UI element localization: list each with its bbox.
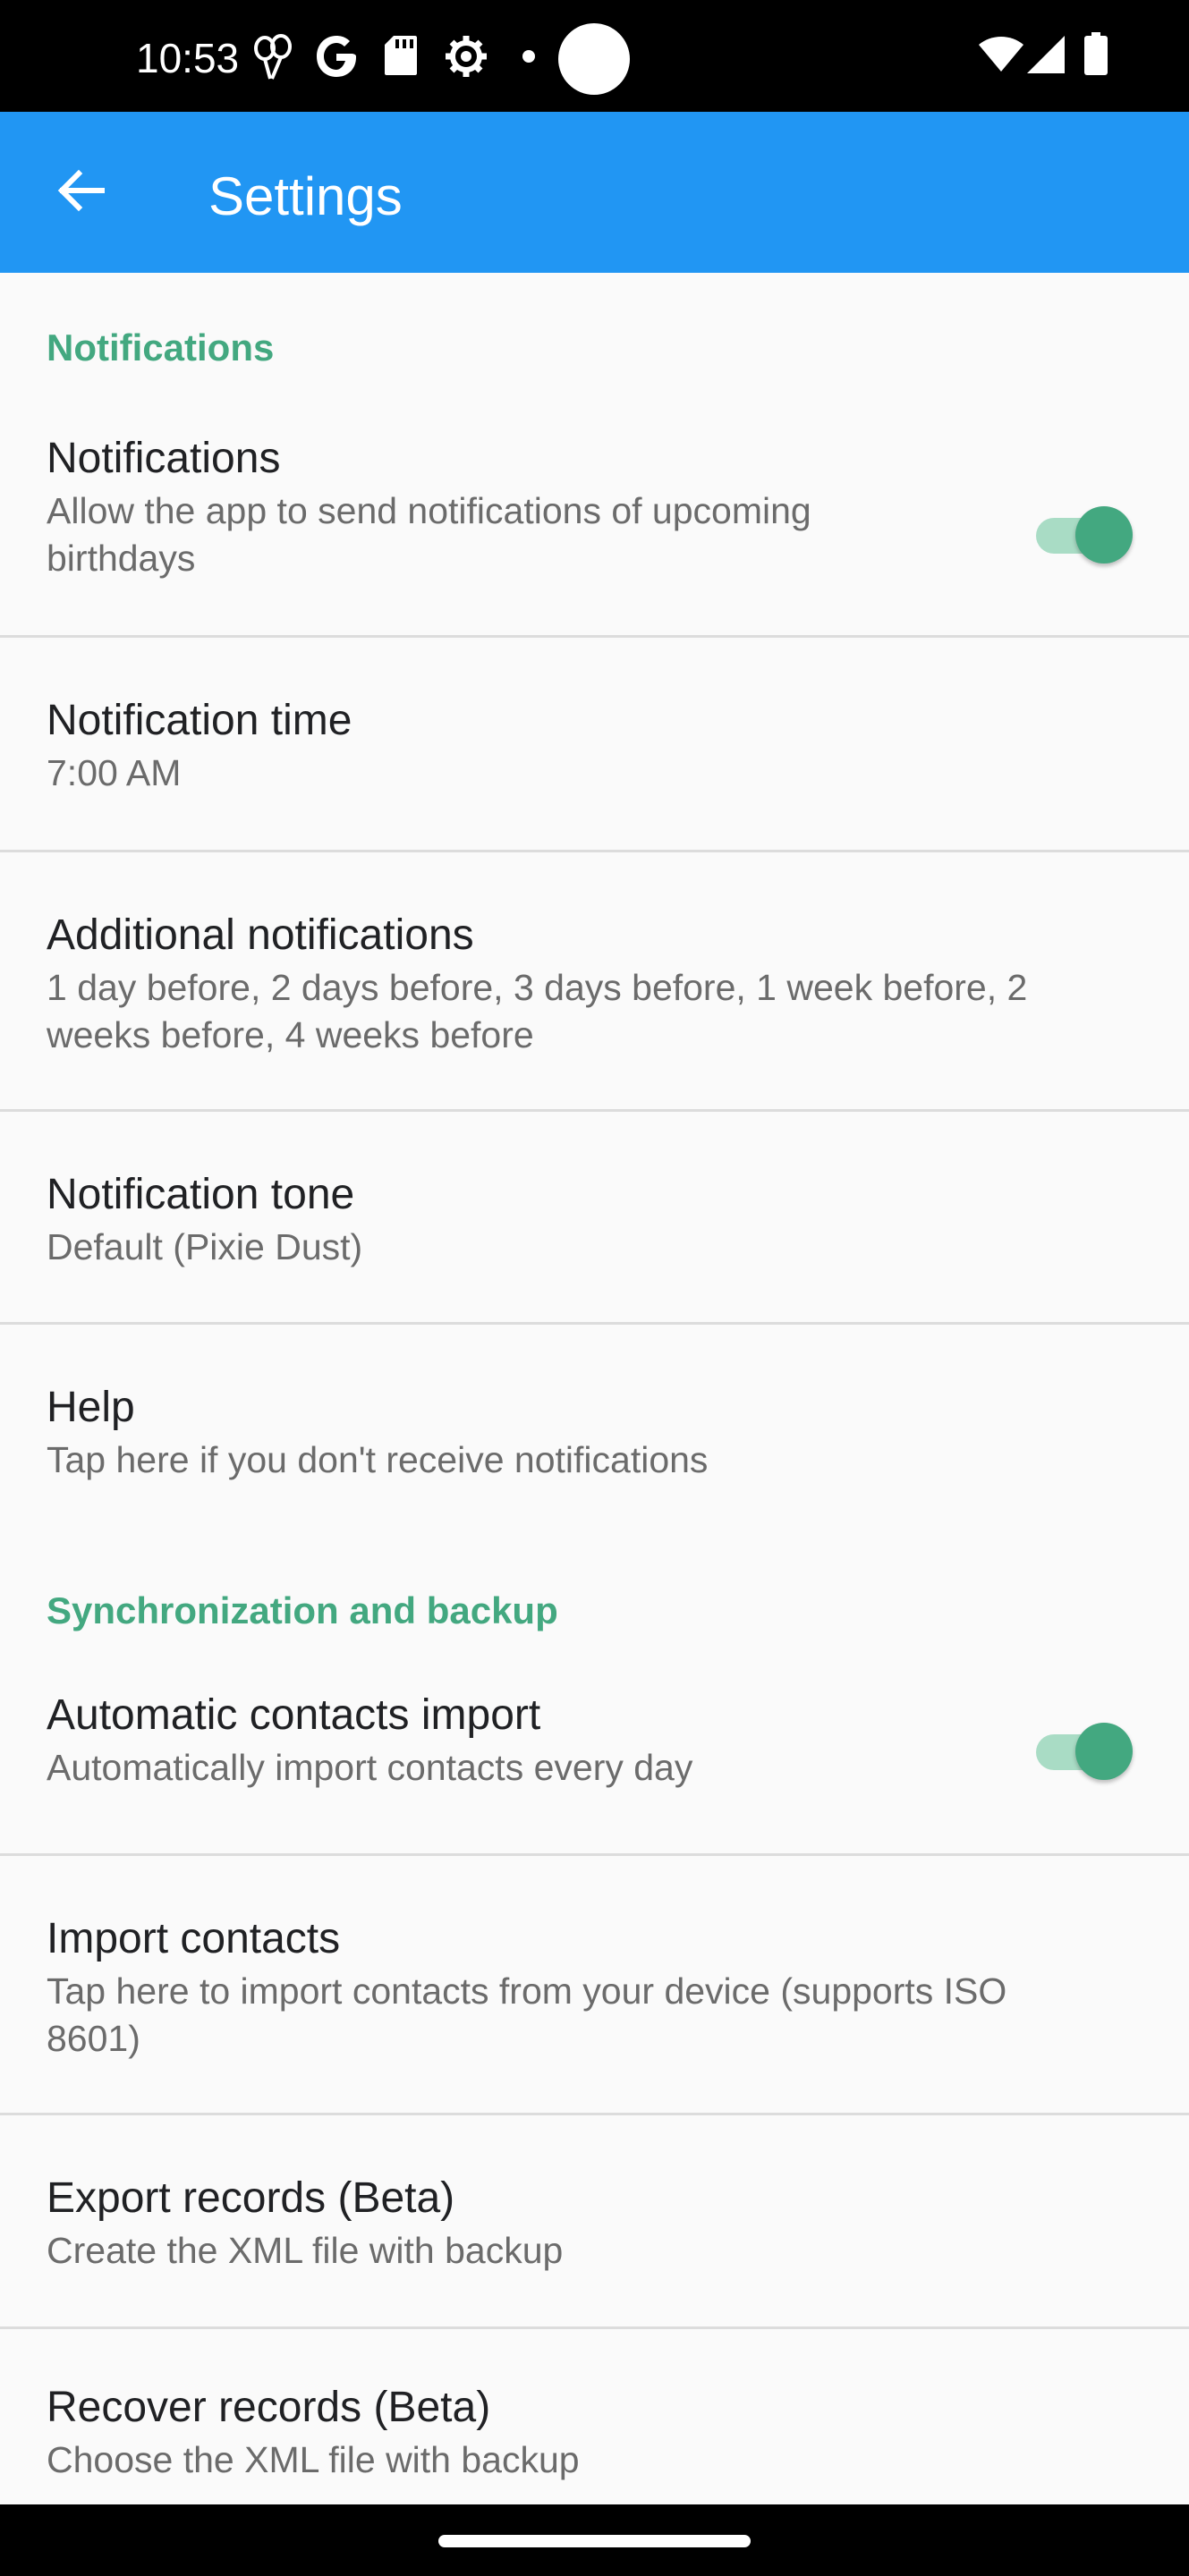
- pref-title: Additional notifications: [47, 911, 474, 959]
- signal-icon: [1027, 36, 1065, 78]
- section-header-sync-backup: Synchronization and backup: [47, 1589, 558, 1631]
- sd-card-icon: [383, 34, 419, 81]
- pref-title: Export records (Beta): [47, 2174, 455, 2222]
- pref-title: Import contacts: [47, 1915, 341, 1962]
- pref-export-records[interactable]: Export records (Beta) Create the XML fil…: [0, 2115, 1189, 2326]
- pref-summary: Create the XML file with backup: [47, 2230, 564, 2271]
- pref-summary: Choose the XML file with backup: [47, 2439, 580, 2480]
- arrow-back-icon: [55, 169, 106, 216]
- pref-title: Recover records (Beta): [47, 2384, 491, 2431]
- switch-thumb: [1075, 1723, 1133, 1780]
- page-title: Settings: [208, 166, 403, 226]
- pref-recover-records[interactable]: Recover records (Beta) Choose the XML fi…: [0, 2329, 1189, 2504]
- auto-import-switch[interactable]: [1036, 1720, 1134, 1783]
- pref-title: Notification time: [47, 697, 352, 744]
- pref-summary: 7:00 AM: [47, 752, 182, 793]
- pref-title: Help: [47, 1384, 135, 1431]
- pref-summary: Allow the app to send notifications of u…: [47, 490, 811, 579]
- pref-automatic-contacts-import[interactable]: Automatic contacts import Automatically …: [0, 1641, 1189, 1853]
- back-button[interactable]: [36, 148, 125, 237]
- settings-gear-icon: [444, 34, 488, 83]
- balloons-icon: [251, 34, 295, 85]
- pref-notifications[interactable]: Notifications Allow the app to send noti…: [0, 362, 1189, 635]
- pref-summary: Tap here if you don't receive notificati…: [47, 1439, 709, 1480]
- wifi-icon: [979, 36, 1023, 76]
- pref-notification-tone[interactable]: Notification tone Default (Pixie Dust): [0, 1112, 1189, 1322]
- home-gesture-handle[interactable]: [438, 2535, 751, 2547]
- pref-additional-notifications[interactable]: Additional notifications 1 day before, 2…: [0, 852, 1189, 1109]
- notifications-switch[interactable]: [1036, 504, 1134, 566]
- settings-screen: 10:53 Settings Notifications Notificatio…: [0, 0, 1189, 2576]
- status-time: 10:53: [136, 35, 240, 81]
- app-bar: Settings: [0, 112, 1189, 273]
- status-bar: 10:53: [0, 0, 1189, 112]
- notification-dot-icon: [522, 50, 535, 67]
- google-icon: [315, 34, 358, 83]
- pref-import-contacts[interactable]: Import contacts Tap here to import conta…: [0, 1856, 1189, 2113]
- pref-notification-time[interactable]: Notification time 7:00 AM: [0, 638, 1189, 850]
- pref-help[interactable]: Help Tap here if you don't receive notif…: [0, 1325, 1189, 1539]
- pref-title: Notification tone: [47, 1171, 355, 1218]
- camera-cutout: [558, 23, 630, 95]
- battery-icon: [1084, 32, 1108, 80]
- pref-title: Notifications: [47, 435, 281, 482]
- navigation-bar: [0, 2504, 1189, 2576]
- pref-title: Automatic contacts import: [47, 1691, 541, 1739]
- pref-summary: Default (Pixie Dust): [47, 1226, 363, 1267]
- pref-summary: Automatically import contacts every day: [47, 1747, 693, 1788]
- switch-thumb: [1075, 506, 1133, 564]
- pref-summary: 1 day before, 2 days before, 3 days befo…: [47, 967, 1028, 1055]
- pref-summary: Tap here to import contacts from your de…: [47, 1970, 1007, 2059]
